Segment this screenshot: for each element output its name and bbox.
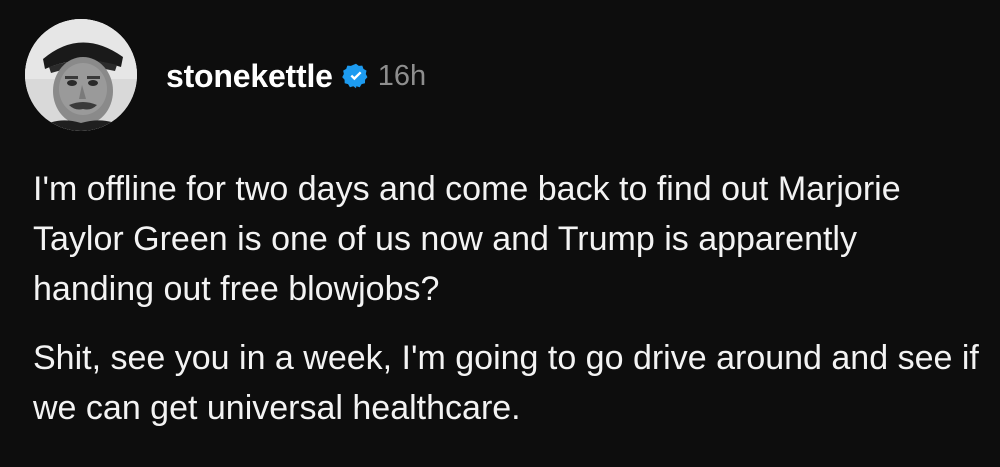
author-row: stonekettle 16h bbox=[166, 58, 426, 95]
post-paragraph-1: I'm offline for two days and come back t… bbox=[33, 170, 901, 308]
post-body: I'm offline for two days and come back t… bbox=[33, 164, 983, 452]
profile-photo-icon bbox=[25, 19, 137, 131]
post-timestamp: 16h bbox=[377, 59, 427, 92]
post-header: stonekettle 16h bbox=[25, 19, 426, 131]
username[interactable]: stonekettle bbox=[166, 58, 333, 95]
post-card: stonekettle 16h I'm offline for two days… bbox=[0, 0, 1000, 467]
post-paragraph-2: Shit, see you in a week, I'm going to go… bbox=[33, 339, 979, 427]
verified-badge-icon bbox=[341, 62, 370, 90]
avatar[interactable] bbox=[25, 19, 137, 131]
